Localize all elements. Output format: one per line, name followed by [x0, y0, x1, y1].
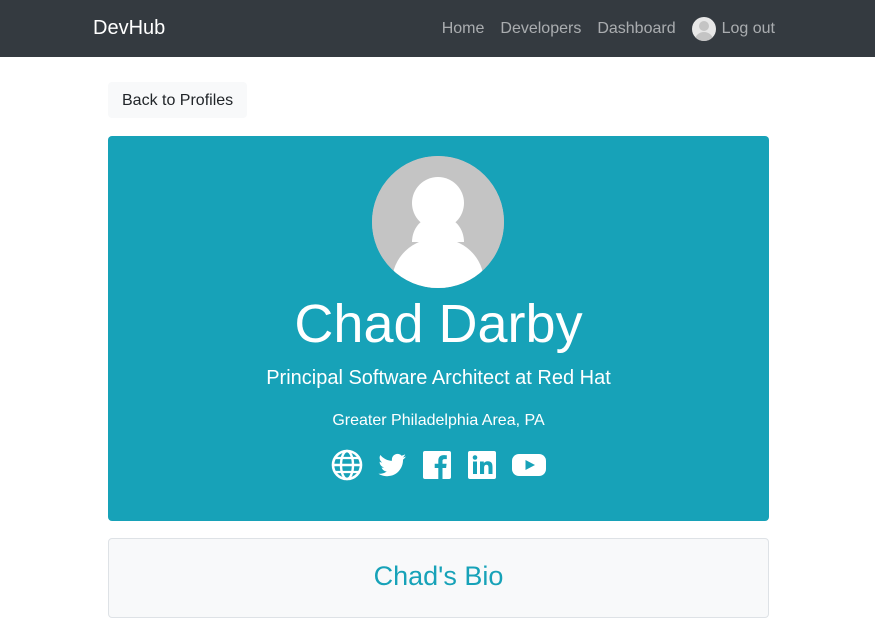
nav-home-link[interactable]: Home	[442, 20, 485, 38]
user-avatar-icon	[691, 17, 716, 41]
nav-links: Home Developers Dashboard Log out	[426, 14, 775, 44]
back-to-profiles-button[interactable]: Back to Profiles	[108, 82, 248, 118]
bio-title: Chad's Bio	[373, 561, 504, 591]
nav-dashboard-link[interactable]: Dashboard	[597, 20, 675, 38]
navbar: DevHub Home Developers Dashboard Log out	[0, 0, 875, 57]
linkedin-icon[interactable]	[466, 449, 498, 486]
profile-header: Chad Darby Principal Software Architect …	[108, 136, 769, 521]
youtube-icon[interactable]	[511, 449, 547, 486]
twitter-icon[interactable]	[376, 449, 408, 486]
social-links	[108, 449, 769, 486]
globe-icon[interactable]	[331, 449, 363, 486]
logout-label: Log out	[721, 20, 775, 37]
avatar	[372, 156, 504, 288]
brand-link[interactable]: DevHub	[93, 17, 165, 40]
facebook-icon[interactable]	[421, 449, 453, 486]
profile-title: Principal Software Architect at Red Hat	[266, 367, 611, 389]
nav-logout-link[interactable]: Log out	[691, 17, 775, 41]
bio-card: Chad's Bio	[108, 538, 769, 618]
profile-name: Chad Darby	[294, 294, 583, 354]
profile-location: Greater Philadelphia Area, PA	[332, 412, 545, 429]
nav-developers-link[interactable]: Developers	[500, 20, 581, 38]
